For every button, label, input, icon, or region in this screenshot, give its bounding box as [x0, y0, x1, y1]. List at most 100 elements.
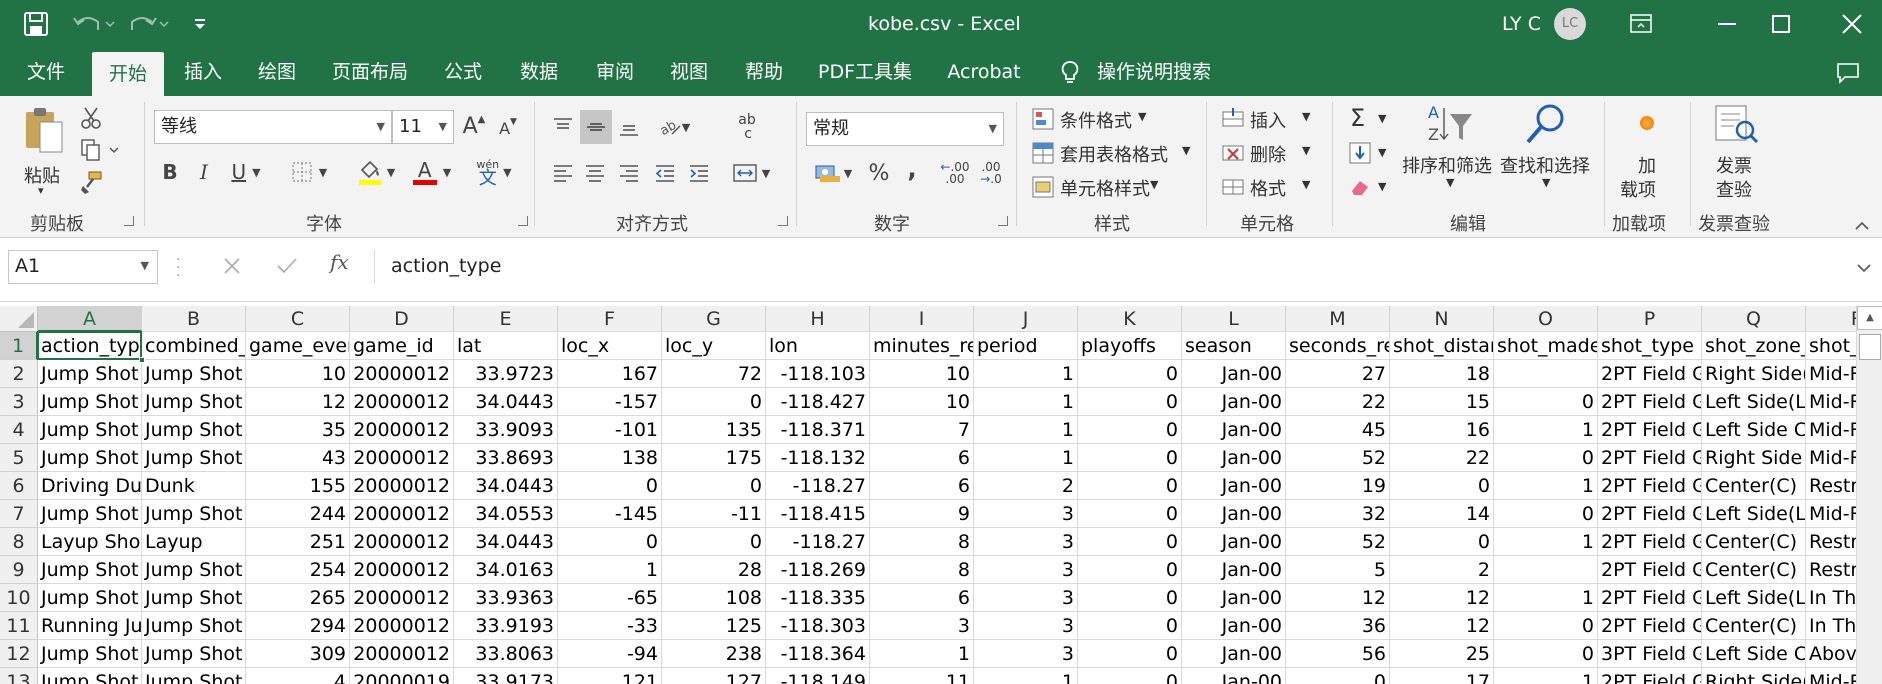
- find-select-button[interactable]: 查找和选择 ▼: [1498, 102, 1594, 202]
- cell[interactable]: -33: [558, 612, 661, 640]
- cell[interactable]: 2PT Field Goal: [1598, 528, 1701, 556]
- phonetic-button[interactable]: wén 文 ▼: [470, 154, 518, 190]
- cell[interactable]: period: [974, 332, 1077, 360]
- cell[interactable]: 2: [974, 472, 1077, 500]
- cell[interactable]: Jump Shot: [38, 640, 141, 668]
- addins-button[interactable]: 加 载项: [1614, 104, 1682, 204]
- comma-button[interactable]: ,: [900, 152, 924, 186]
- maximize-icon[interactable]: [1772, 15, 1790, 33]
- tab-data[interactable]: 数据: [508, 48, 570, 96]
- cell[interactable]: 10: [870, 388, 973, 416]
- cell[interactable]: 6: [870, 444, 973, 472]
- cell[interactable]: 155: [246, 472, 349, 500]
- cell[interactable]: 0: [1390, 528, 1493, 556]
- cell[interactable]: 3: [974, 528, 1077, 556]
- cell[interactable]: 265: [246, 584, 349, 612]
- cell[interactable]: Center(C): [1702, 472, 1805, 500]
- cell[interactable]: 0: [1494, 500, 1597, 528]
- cell[interactable]: -118.269: [766, 556, 869, 584]
- cut-icon[interactable]: [78, 104, 104, 132]
- clear-button[interactable]: ▼: [1348, 172, 1394, 202]
- cell[interactable]: 34.0443: [454, 528, 557, 556]
- cell[interactable]: 125: [662, 612, 765, 640]
- cell[interactable]: Jump Shot: [142, 668, 245, 684]
- paste-button[interactable]: 粘贴 ▾: [18, 104, 72, 200]
- cell[interactable]: 34.0443: [454, 472, 557, 500]
- cell[interactable]: Jan-00: [1182, 416, 1285, 444]
- grow-font-button[interactable]: A ▲: [460, 110, 488, 142]
- cell[interactable]: 0: [558, 472, 661, 500]
- cell[interactable]: 12: [1390, 584, 1493, 612]
- tab-view[interactable]: 视图: [658, 48, 720, 96]
- wrap-text-button[interactable]: ab c: [730, 110, 764, 144]
- name-box[interactable]: A1 ▼: [8, 250, 158, 284]
- cell[interactable]: 20000012: [350, 584, 453, 612]
- cell[interactable]: game_id: [350, 332, 453, 360]
- cell[interactable]: season: [1182, 332, 1285, 360]
- cell[interactable]: 34.0443: [454, 388, 557, 416]
- copy-icon[interactable]: [78, 136, 122, 164]
- cell[interactable]: Jan-00: [1182, 360, 1285, 388]
- cell[interactable]: 12: [1390, 612, 1493, 640]
- cell[interactable]: 16: [1390, 416, 1493, 444]
- cell[interactable]: 1: [1494, 528, 1597, 556]
- cell[interactable]: 2PT Field Goal: [1598, 668, 1701, 684]
- tab-help[interactable]: 帮助: [733, 48, 795, 96]
- column-header[interactable]: N: [1390, 306, 1494, 332]
- cell[interactable]: 294: [246, 612, 349, 640]
- bold-button[interactable]: B: [156, 156, 184, 188]
- cell[interactable]: 72: [662, 360, 765, 388]
- collapse-ribbon-icon[interactable]: [1854, 216, 1870, 230]
- cell[interactable]: 1: [1494, 472, 1597, 500]
- column-header[interactable]: B: [142, 306, 246, 332]
- cell[interactable]: Jump Shot: [38, 556, 141, 584]
- row-header[interactable]: 8: [0, 528, 38, 556]
- clipboard-launcher[interactable]: [124, 216, 134, 226]
- cell[interactable]: shot_distance: [1390, 332, 1493, 360]
- cell[interactable]: -118.335: [766, 584, 869, 612]
- cell[interactable]: Center(C): [1702, 528, 1805, 556]
- cell[interactable]: Running Jump Shot: [38, 612, 141, 640]
- column-header[interactable]: D: [350, 306, 454, 332]
- tab-draw[interactable]: 绘图: [246, 48, 308, 96]
- select-all-corner[interactable]: [0, 306, 38, 332]
- percent-button[interactable]: %: [864, 156, 894, 190]
- cell[interactable]: 33.9093: [454, 416, 557, 444]
- cell[interactable]: 0: [1494, 444, 1597, 472]
- format-as-table-button[interactable]: 套用表格格式 ▼: [1032, 138, 1208, 168]
- font-name-select[interactable]: 等线 ▼: [154, 110, 392, 144]
- cell[interactable]: Left Side(L): [1702, 500, 1805, 528]
- column-header[interactable]: J: [974, 306, 1078, 332]
- cell[interactable]: Right Side(R): [1702, 668, 1805, 684]
- cell[interactable]: 33.9193: [454, 612, 557, 640]
- cell[interactable]: lat: [454, 332, 557, 360]
- row-header[interactable]: 5: [0, 444, 38, 472]
- cell[interactable]: 0: [662, 528, 765, 556]
- cell[interactable]: 43: [246, 444, 349, 472]
- cell[interactable]: 20000012: [350, 388, 453, 416]
- column-header[interactable]: K: [1078, 306, 1182, 332]
- cell[interactable]: 0: [1078, 640, 1181, 668]
- cell[interactable]: playoffs: [1078, 332, 1181, 360]
- column-header[interactable]: Q: [1702, 306, 1806, 332]
- row-header[interactable]: 12: [0, 640, 38, 668]
- cell[interactable]: 2PT Field Goal: [1598, 388, 1701, 416]
- tab-pdf-tools[interactable]: PDF工具集: [812, 48, 918, 96]
- cell[interactable]: 2PT Field Goal: [1598, 556, 1701, 584]
- cell[interactable]: -118.303: [766, 612, 869, 640]
- cell[interactable]: 3: [870, 612, 973, 640]
- cell[interactable]: 251: [246, 528, 349, 556]
- row-header[interactable]: 13: [0, 668, 38, 684]
- cell[interactable]: 0: [1494, 612, 1597, 640]
- cell[interactable]: -118.149: [766, 668, 869, 684]
- cell[interactable]: 2PT Field Goal: [1598, 444, 1701, 472]
- row-header[interactable]: 3: [0, 388, 38, 416]
- decrease-decimal-button[interactable]: .00 →.0: [974, 156, 1008, 190]
- cell[interactable]: 0: [1494, 640, 1597, 668]
- customize-qat-icon[interactable]: [192, 16, 208, 32]
- cell[interactable]: 0: [1078, 668, 1181, 684]
- cell[interactable]: -118.27: [766, 528, 869, 556]
- column-header[interactable]: A: [38, 306, 142, 332]
- cell[interactable]: 20000012: [350, 472, 453, 500]
- cell[interactable]: -11: [662, 500, 765, 528]
